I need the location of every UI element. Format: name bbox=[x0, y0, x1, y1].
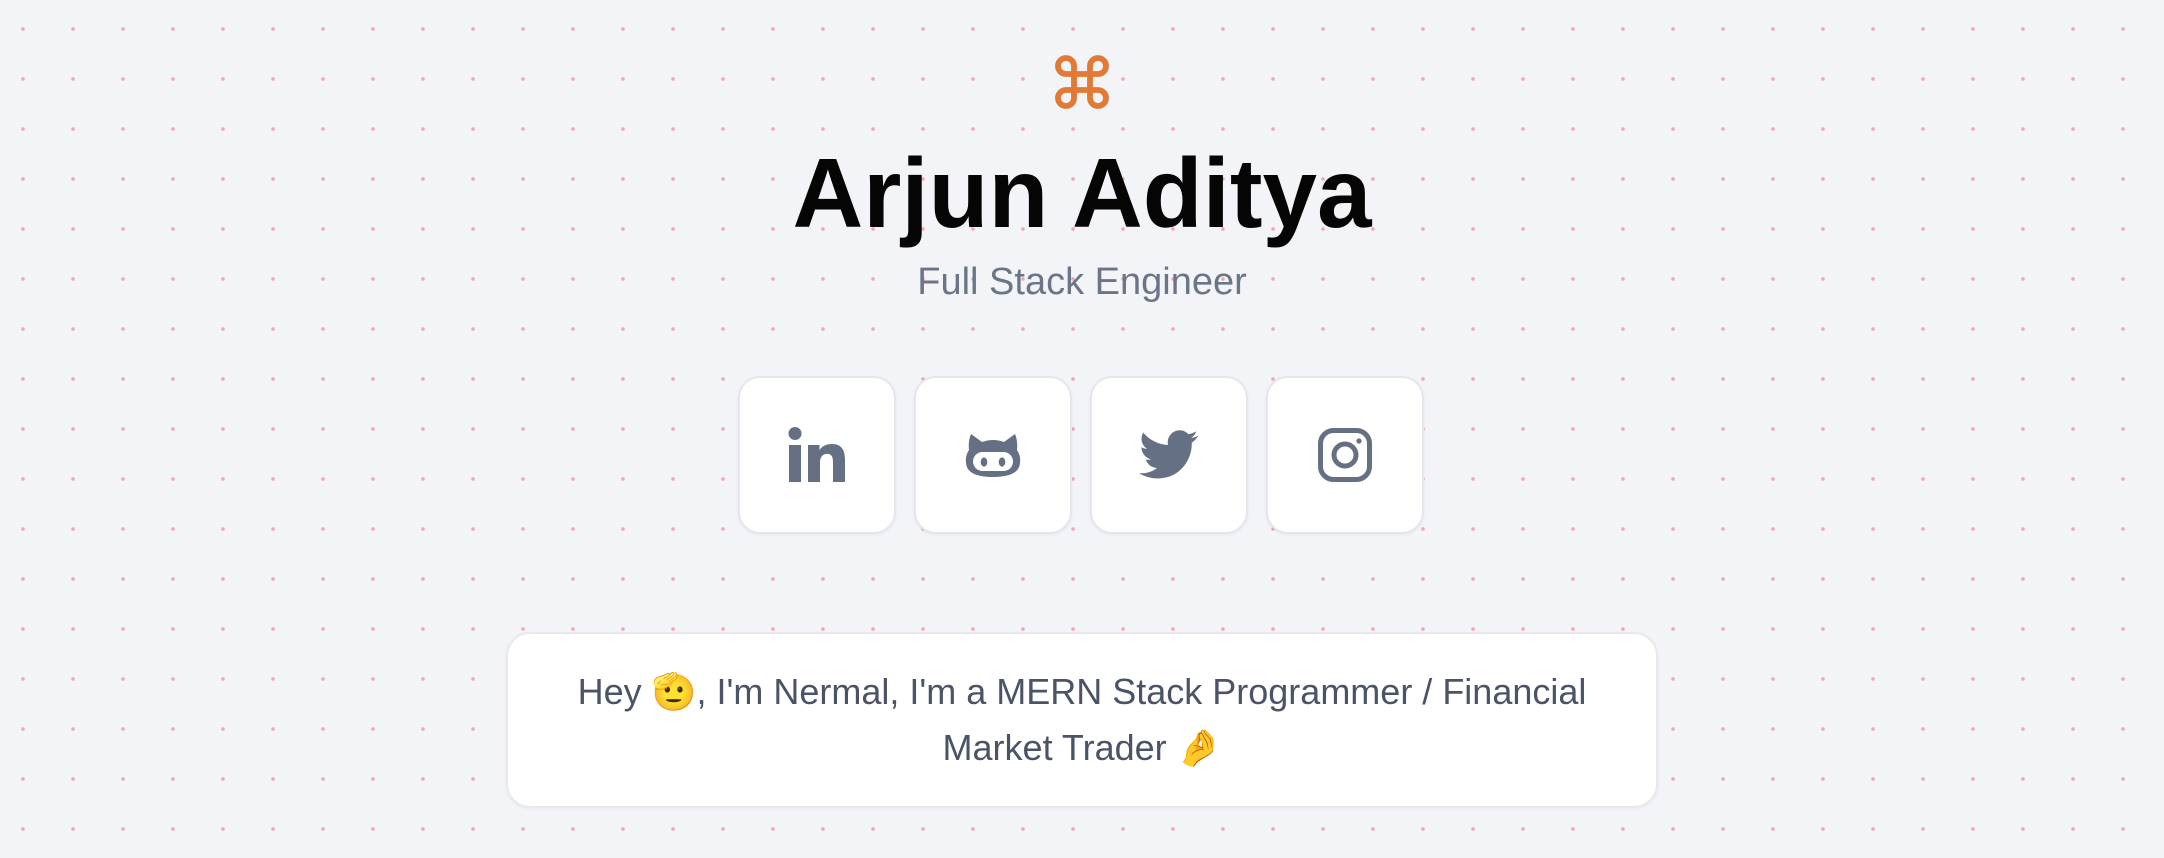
github-link[interactable] bbox=[914, 376, 1072, 534]
profile-role: Full Stack Engineer bbox=[917, 261, 1247, 303]
portfolio-page: Arjun Aditya Full Stack Engineer Hey 🫡, … bbox=[0, 0, 2164, 858]
linkedin-link[interactable] bbox=[738, 376, 896, 534]
bio-text: Hey 🫡, I'm Nermal, I'm a MERN Stack Prog… bbox=[577, 671, 1587, 768]
command-key-icon bbox=[1042, 44, 1122, 120]
instagram-link[interactable] bbox=[1266, 376, 1424, 534]
bio-card: Hey 🫡, I'm Nermal, I'm a MERN Stack Prog… bbox=[506, 632, 1658, 808]
twitter-link[interactable] bbox=[1090, 376, 1248, 534]
twitter-icon bbox=[1139, 430, 1199, 480]
linkedin-icon bbox=[787, 426, 847, 484]
github-icon bbox=[963, 431, 1023, 479]
instagram-icon bbox=[1317, 427, 1373, 483]
profile-name: Arjun Aditya bbox=[792, 138, 1372, 248]
social-links bbox=[738, 376, 1424, 534]
